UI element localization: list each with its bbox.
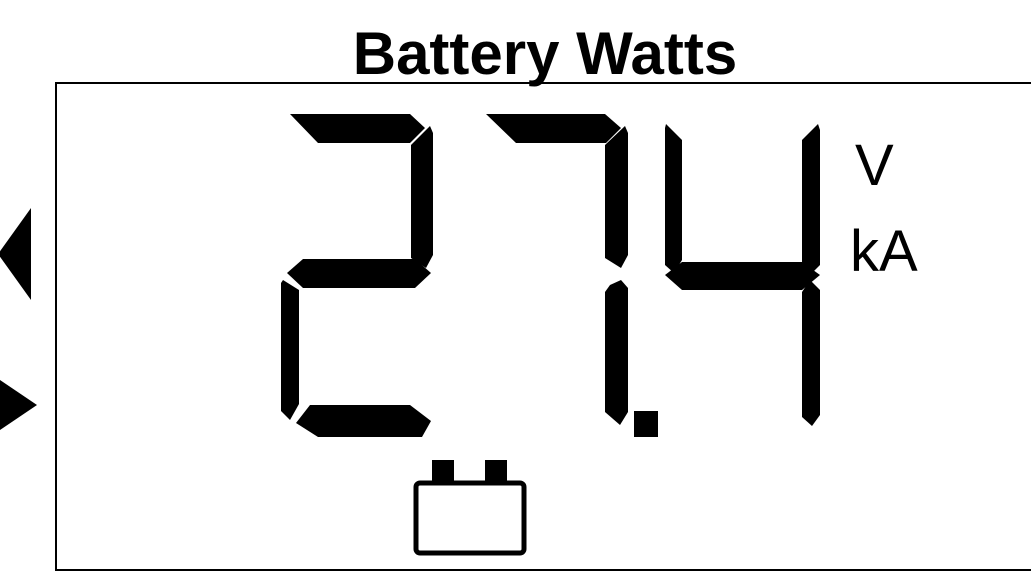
digit-2 <box>486 114 658 437</box>
segment-b <box>411 126 433 268</box>
digit-3 <box>665 124 820 426</box>
battery-icon <box>413 460 527 556</box>
segment-d <box>296 405 431 437</box>
segment-b <box>802 124 820 273</box>
decimal-point <box>634 411 658 437</box>
segment-a <box>290 114 425 143</box>
segment-e <box>281 280 299 420</box>
segment-c <box>605 280 628 425</box>
digit-1 <box>281 114 433 437</box>
segment-c <box>802 280 820 426</box>
segment-b <box>605 126 628 268</box>
segment-g <box>287 259 431 288</box>
seven-segment-readout <box>281 114 820 556</box>
segment-a <box>486 114 621 143</box>
segment-g <box>665 262 820 290</box>
segment-f <box>665 124 682 273</box>
unit-kiloamps-label: kA <box>850 219 918 284</box>
unit-volts-label: V <box>855 133 894 198</box>
